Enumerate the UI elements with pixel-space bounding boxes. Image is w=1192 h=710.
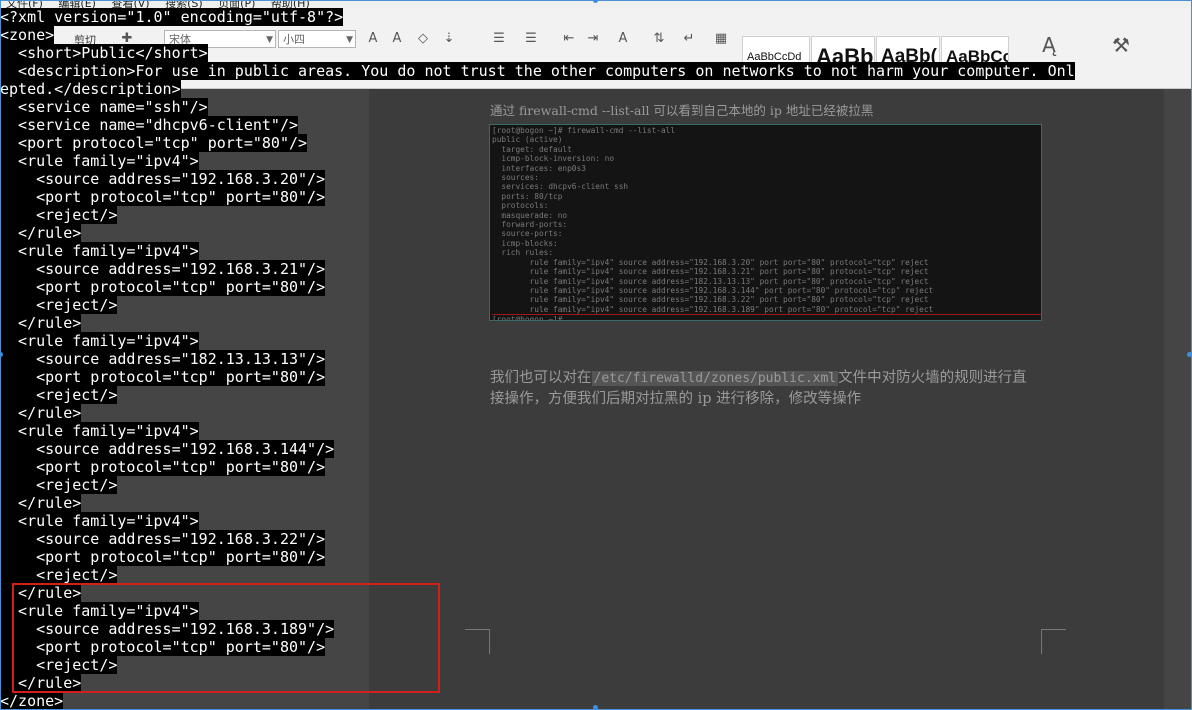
resize-handle[interactable] [1187,352,1192,357]
resize-handle[interactable] [593,705,598,710]
screenshot-selection-frame [0,0,1192,710]
